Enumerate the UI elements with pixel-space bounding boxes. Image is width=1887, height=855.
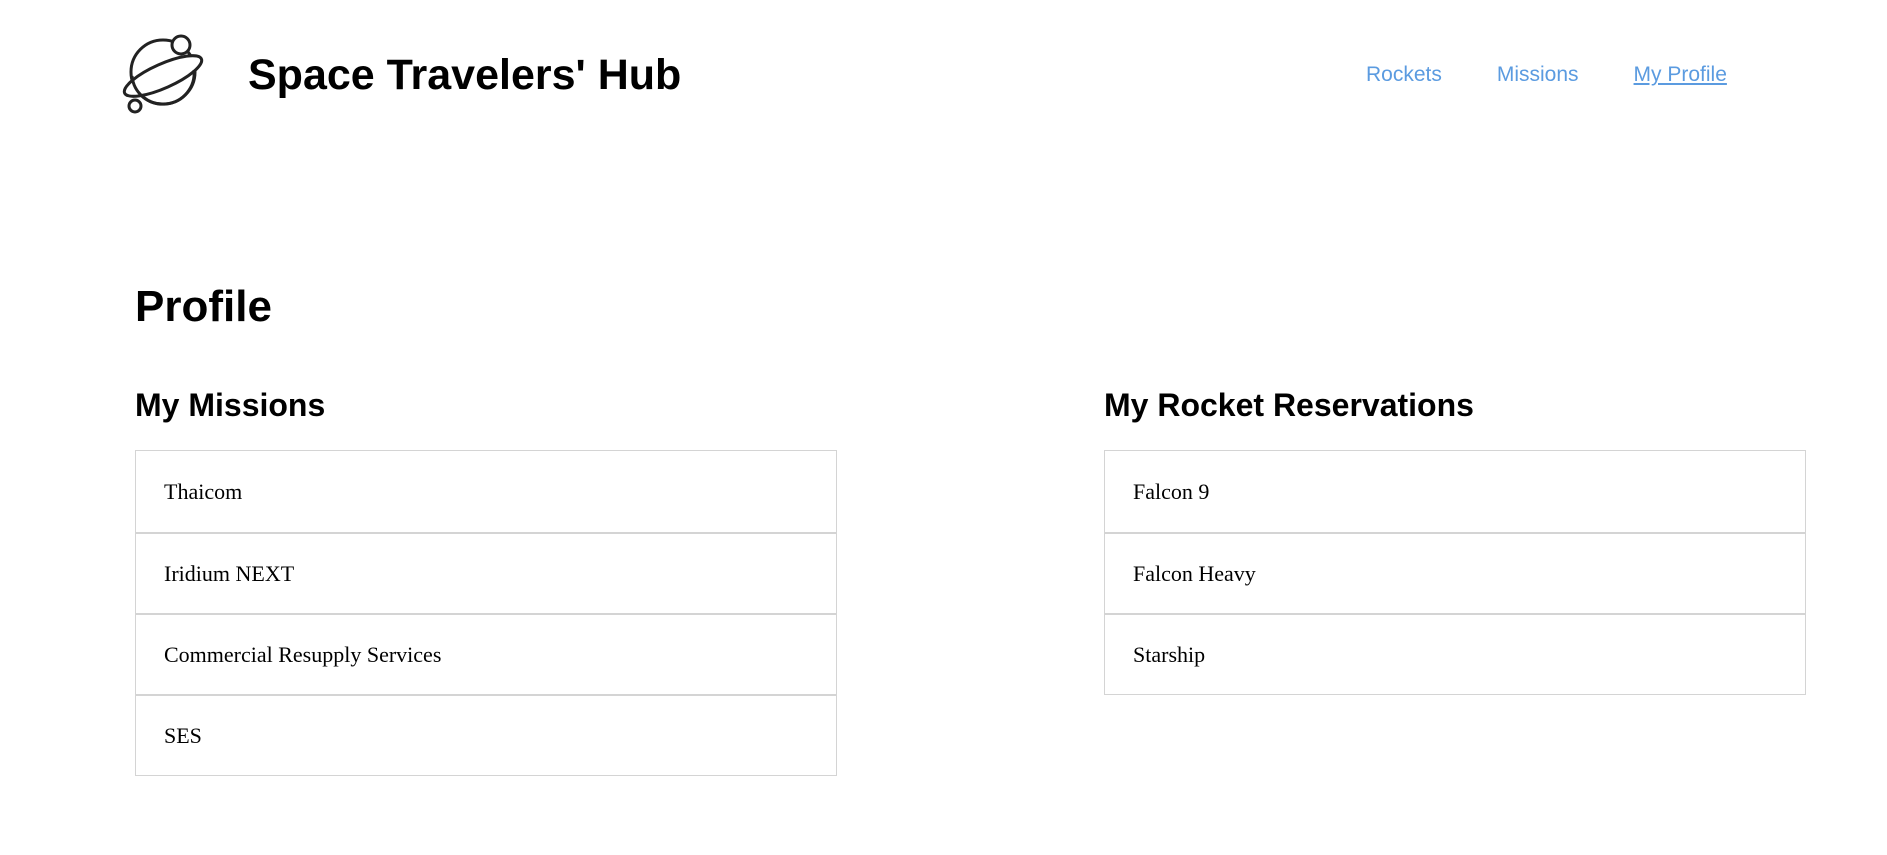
page-title: Profile xyxy=(135,282,272,331)
main-nav: Rockets Missions My Profile xyxy=(1366,60,1727,90)
rocket-list-item: Falcon 9 xyxy=(1133,478,1210,504)
planet-icon[interactable] xyxy=(122,30,208,116)
mission-list-item: Commercial Resupply Services xyxy=(136,613,836,694)
my-missions-heading: My Missions xyxy=(135,387,326,423)
mission-list-item: Thaicom xyxy=(164,478,243,504)
rockets-list: Falcon 9 Falcon Heavy Starship xyxy=(1104,450,1806,695)
my-rocket-reservations-heading: My Rocket Reservations xyxy=(1104,387,1474,423)
rocket-list-item: Starship xyxy=(1105,613,1805,694)
nav-link-missions[interactable]: Missions xyxy=(1497,60,1579,90)
my-missions-section: My Missions Thaicom Iridium NEXT Commerc… xyxy=(135,383,837,776)
rocket-list-item: Falcon Heavy xyxy=(1105,532,1805,613)
mission-list-item: SES xyxy=(136,694,836,775)
nav-link-my-profile[interactable]: My Profile xyxy=(1634,60,1727,90)
missions-list: Thaicom Iridium NEXT Commercial Resupply… xyxy=(135,450,837,776)
mission-list-item: Iridium NEXT xyxy=(136,532,836,613)
nav-link-rockets[interactable]: Rockets xyxy=(1366,60,1442,90)
my-rocket-reservations-section: My Rocket Reservations Falcon 9 Falcon H… xyxy=(1104,383,1806,695)
site-title: Space Travelers' Hub xyxy=(248,51,682,99)
site-header: Space Travelers' Hub Rockets Missions My… xyxy=(0,0,1887,150)
